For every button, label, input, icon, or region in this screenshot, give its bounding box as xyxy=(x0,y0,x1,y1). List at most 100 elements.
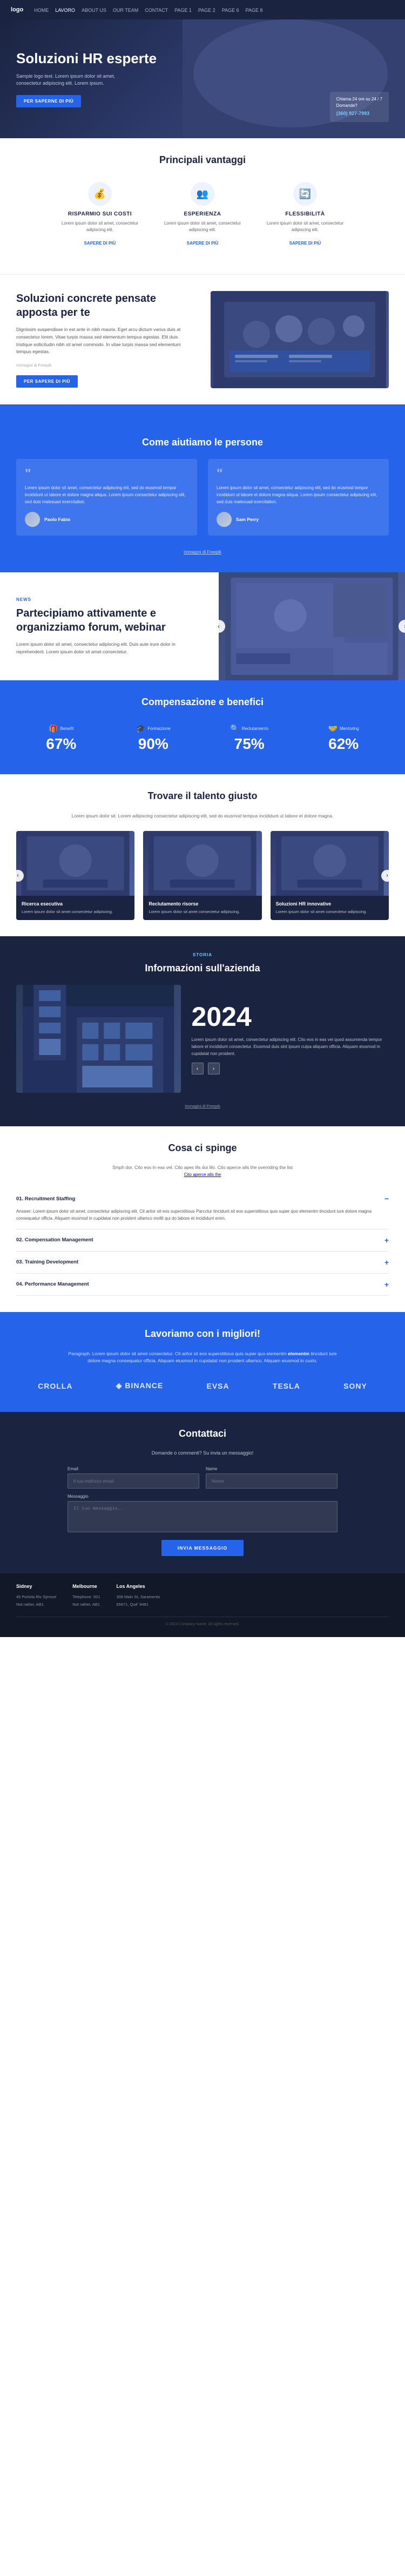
vantaggio-desc: Lorem ipsum dolor sit amet, consectetur … xyxy=(262,220,348,233)
form-row-message: Messaggio xyxy=(68,1494,338,1532)
soluzioni-text: Soluzioni concrete pensate apposta per t… xyxy=(16,292,194,387)
footer-col-title: Sidney xyxy=(16,1584,56,1589)
vantaggio-link[interactable]: SAPERE DI PIÙ xyxy=(84,241,116,246)
cosa-section: Cosa ci spinge Smph dor. Cito eos in eas… xyxy=(0,1126,405,1312)
vantaggio-link[interactable]: SAPERE DI PIÙ xyxy=(187,241,219,246)
trovare-card-desc: Lorem ipsum dolor sit amet consectetur a… xyxy=(148,909,256,915)
trovare-card-content: Soluzioni HR innovative Lorem ipsum dolo… xyxy=(271,896,389,920)
vantaggi-title: Principali vantaggi xyxy=(0,138,405,177)
trovare-card-content: Ricerca esecutiva Lorem ipsum dolor sit … xyxy=(16,896,134,920)
partecipiamo-text: NEWS Partecipiamo attivamente e organizz… xyxy=(0,581,219,672)
trovare-prev-button[interactable]: ‹ xyxy=(12,870,24,882)
come-img-link-text[interactable]: Immagini di Freepik xyxy=(184,550,221,555)
nav-link[interactable]: HOME xyxy=(34,8,49,13)
faq-item: 02. Compensation Management + xyxy=(16,1229,389,1252)
soluzioni-cta-button[interactable]: PER SAPERE DI PIÙ xyxy=(16,375,78,388)
trovare-title: Trovare il talento giusto xyxy=(16,790,389,813)
soluzioni-desc: Dignissim suspendisse in est ante in nib… xyxy=(16,326,194,355)
trovare-card-img xyxy=(143,831,261,896)
stat-number: 62% xyxy=(328,735,359,753)
info-title: Informazioni sull'azienda xyxy=(16,963,389,985)
stat-number: 75% xyxy=(230,735,268,753)
vantaggi-grid: 💰 RISPARMIO SUI COSTI Lorem ipsum dolor … xyxy=(0,177,405,258)
contact-form: Email Name Messaggio INVIA MESSAGGIO xyxy=(68,1466,338,1556)
trovare-card-title: Reclutamento risorse xyxy=(148,901,256,907)
vantaggio-link[interactable]: SAPERE DI PIÙ xyxy=(289,241,321,246)
compensazione-title: Compensazione e benefici xyxy=(16,697,389,719)
stat-label-top: 🎓 Formazione xyxy=(136,724,171,733)
partner-logo: ◈ BINANCE xyxy=(116,1381,163,1390)
footer-col-title: Los Angeles xyxy=(117,1584,160,1589)
cosa-link: Cito aperce alls the xyxy=(16,1172,389,1177)
faq-question[interactable]: 03. Training Development + xyxy=(16,1258,389,1267)
email-label: Email xyxy=(68,1466,199,1471)
footer-column: Los Angeles 308 Main St, Saramento65671,… xyxy=(117,1584,160,1608)
info-prev-button[interactable]: ‹ xyxy=(192,1063,204,1074)
stat-label: Reclutamento xyxy=(242,726,268,731)
vantaggio-icon: 🔄 xyxy=(293,182,317,206)
stat-number: 90% xyxy=(136,735,171,753)
trovare-card-img xyxy=(16,831,134,896)
email-input[interactable] xyxy=(68,1473,199,1489)
footer-column: Sidney 45 Portola Riv SýmostNot rather, … xyxy=(16,1584,56,1608)
testimonial-text: Lorem ipsum dolor sit amet, consectetur … xyxy=(25,485,188,505)
info-next-button[interactable]: › xyxy=(208,1063,220,1074)
stat-label-top: 🤝 Mentoring xyxy=(328,724,359,733)
stat-label: Formazione xyxy=(147,726,170,731)
partner-logo: SONY xyxy=(343,1382,367,1390)
faq-item: 01. Recruitment Staffing − Answer: Lorem… xyxy=(16,1188,389,1229)
faq-question[interactable]: 02. Compensation Management + xyxy=(16,1236,389,1245)
faq-question[interactable]: 01. Recruitment Staffing − xyxy=(16,1194,389,1203)
vantaggio-item: 👥 ESPERIENZA Lorem ipsum dolor sit amet,… xyxy=(159,182,246,247)
nav-links: HOME LAVORO ABOUT US OUR TEAM CONTACT PAGE 1 P… xyxy=(34,5,262,15)
nav-logo[interactable]: logo xyxy=(11,6,23,13)
name-input[interactable] xyxy=(206,1473,338,1489)
hero-cta-button[interactable]: PER SAPERNE DI PIÙ xyxy=(16,95,81,107)
author-name: Sam Perry xyxy=(236,517,259,522)
lavoriamo-desc: Paragraph. Lorem ipsum dolor sit amet co… xyxy=(68,1350,338,1365)
nav-link[interactable]: OUR TEAM xyxy=(113,8,138,13)
faq-list: 01. Recruitment Staffing − Answer: Lorem… xyxy=(16,1188,389,1296)
faq-toggle-icon: + xyxy=(384,1258,389,1267)
nav-link[interactable]: PAGE 8 xyxy=(246,8,263,13)
vantaggio-item: 💰 RISPARMIO SUI COSTI Lorem ipsum dolor … xyxy=(57,182,143,247)
compensazione-section: Compensazione e benefici 🎁 Benefit 67% 🎓… xyxy=(0,680,405,774)
testimonial-author: Paolo Fabio xyxy=(25,512,188,527)
faq-answer: Answer: Lorem ipsum dolor sit amet, cons… xyxy=(16,1208,389,1222)
nav-link[interactable]: CONTACT xyxy=(145,8,168,13)
hero-contact-sub: Domande? xyxy=(336,103,382,110)
vantaggio-title: ESPERIENZA xyxy=(159,211,246,217)
trovare-next-button[interactable]: › xyxy=(381,870,393,882)
faq-toggle-icon: + xyxy=(384,1280,389,1289)
info-section: STORIA Informazioni sull'azienda xyxy=(0,936,405,1126)
hero-phone[interactable]: (360) 927-7993 xyxy=(336,111,370,116)
faq-question[interactable]: 04. Performance Management + xyxy=(16,1280,389,1289)
footer-address: 308 Main St, Saramento65671, Qué' 9481 xyxy=(117,1593,160,1608)
testimonial-card: " Lorem ipsum dolor sit amet, consectetu… xyxy=(208,459,389,536)
trovare-card-desc: Lorem ipsum dolor sit amet consectetur a… xyxy=(22,909,129,915)
lavoriamo-section: Lavoriamo con i migliori! Paragraph. Lor… xyxy=(0,1312,405,1412)
message-input[interactable] xyxy=(68,1501,338,1532)
info-img-link-text[interactable]: Immagini di Freepik xyxy=(185,1104,220,1108)
submit-button[interactable]: INVIA MESSAGGIO xyxy=(161,1540,244,1556)
vantaggio-icon: 👥 xyxy=(191,182,214,206)
form-field-name: Name xyxy=(206,1466,338,1489)
hero-contact: Chiama 24 ore su 24 / 7 Domande? (360) 9… xyxy=(330,92,389,122)
nav-link[interactable]: PAGE 1 xyxy=(174,8,192,13)
contatti-subtitle: Domande o commenti? Su invia un messaggi… xyxy=(16,1450,389,1456)
stat-label: Benefit xyxy=(60,726,74,731)
partecipiamo-prev-button[interactable]: ‹ xyxy=(212,620,225,633)
trovare-cards-wrapper: ‹ Ricerca esecutiva Lorem ipsum dolor si… xyxy=(16,831,389,920)
info-content: 2024 Lorem ipsum dolor sit amet, consect… xyxy=(16,985,389,1093)
faq-toggle-icon: − xyxy=(384,1194,389,1203)
name-label: Name xyxy=(206,1466,338,1471)
nav-link[interactable]: ABOUT US xyxy=(82,8,106,13)
stats-grid: 🎁 Benefit 67% 🎓 Formazione 90% 🔍 Recluta… xyxy=(16,719,389,758)
trovare-card: Soluzioni HR innovative Lorem ipsum dolo… xyxy=(271,831,389,920)
nav-link[interactable]: LAVORO xyxy=(55,8,75,13)
stat-label-top: 🔍 Reclutamento xyxy=(230,724,268,733)
footer-col-title: Melbourne xyxy=(72,1584,100,1589)
nav-link[interactable]: PAGE 2 xyxy=(198,8,215,13)
faq-question-text: 03. Training Development xyxy=(16,1259,78,1265)
nav-link[interactable]: PAGE 6 xyxy=(222,8,239,13)
